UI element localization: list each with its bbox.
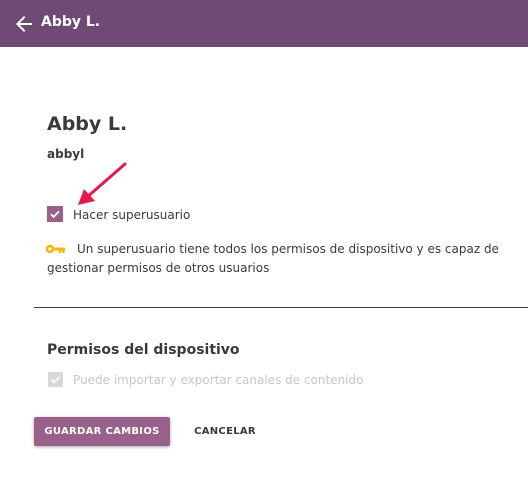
- divider: [34, 307, 528, 308]
- user-username: abbyl: [47, 147, 85, 161]
- save-changes-button[interactable]: GUARDAR CAMBIOS: [34, 417, 170, 446]
- superuser-info-text: Un superusuario tiene todos los permisos…: [47, 242, 499, 275]
- user-full-name: Abby L.: [47, 113, 128, 135]
- permissions-section-title: Permisos del dispositivo: [47, 342, 240, 358]
- superuser-checkbox[interactable]: [47, 206, 63, 222]
- permission-label-import-export: Puede importar y exportar canales de con…: [73, 373, 364, 387]
- arrow-left-icon[interactable]: [12, 12, 36, 36]
- superuser-checkbox-label[interactable]: Hacer superusuario: [73, 208, 190, 222]
- permission-checkbox-import-export: [48, 372, 63, 387]
- app-bar: Abby L.: [0, 0, 528, 47]
- app-bar-title: Abby L.: [41, 14, 101, 30]
- annotation-arrow-icon: [78, 162, 127, 205]
- cancel-button[interactable]: CANCELAR: [183, 417, 267, 446]
